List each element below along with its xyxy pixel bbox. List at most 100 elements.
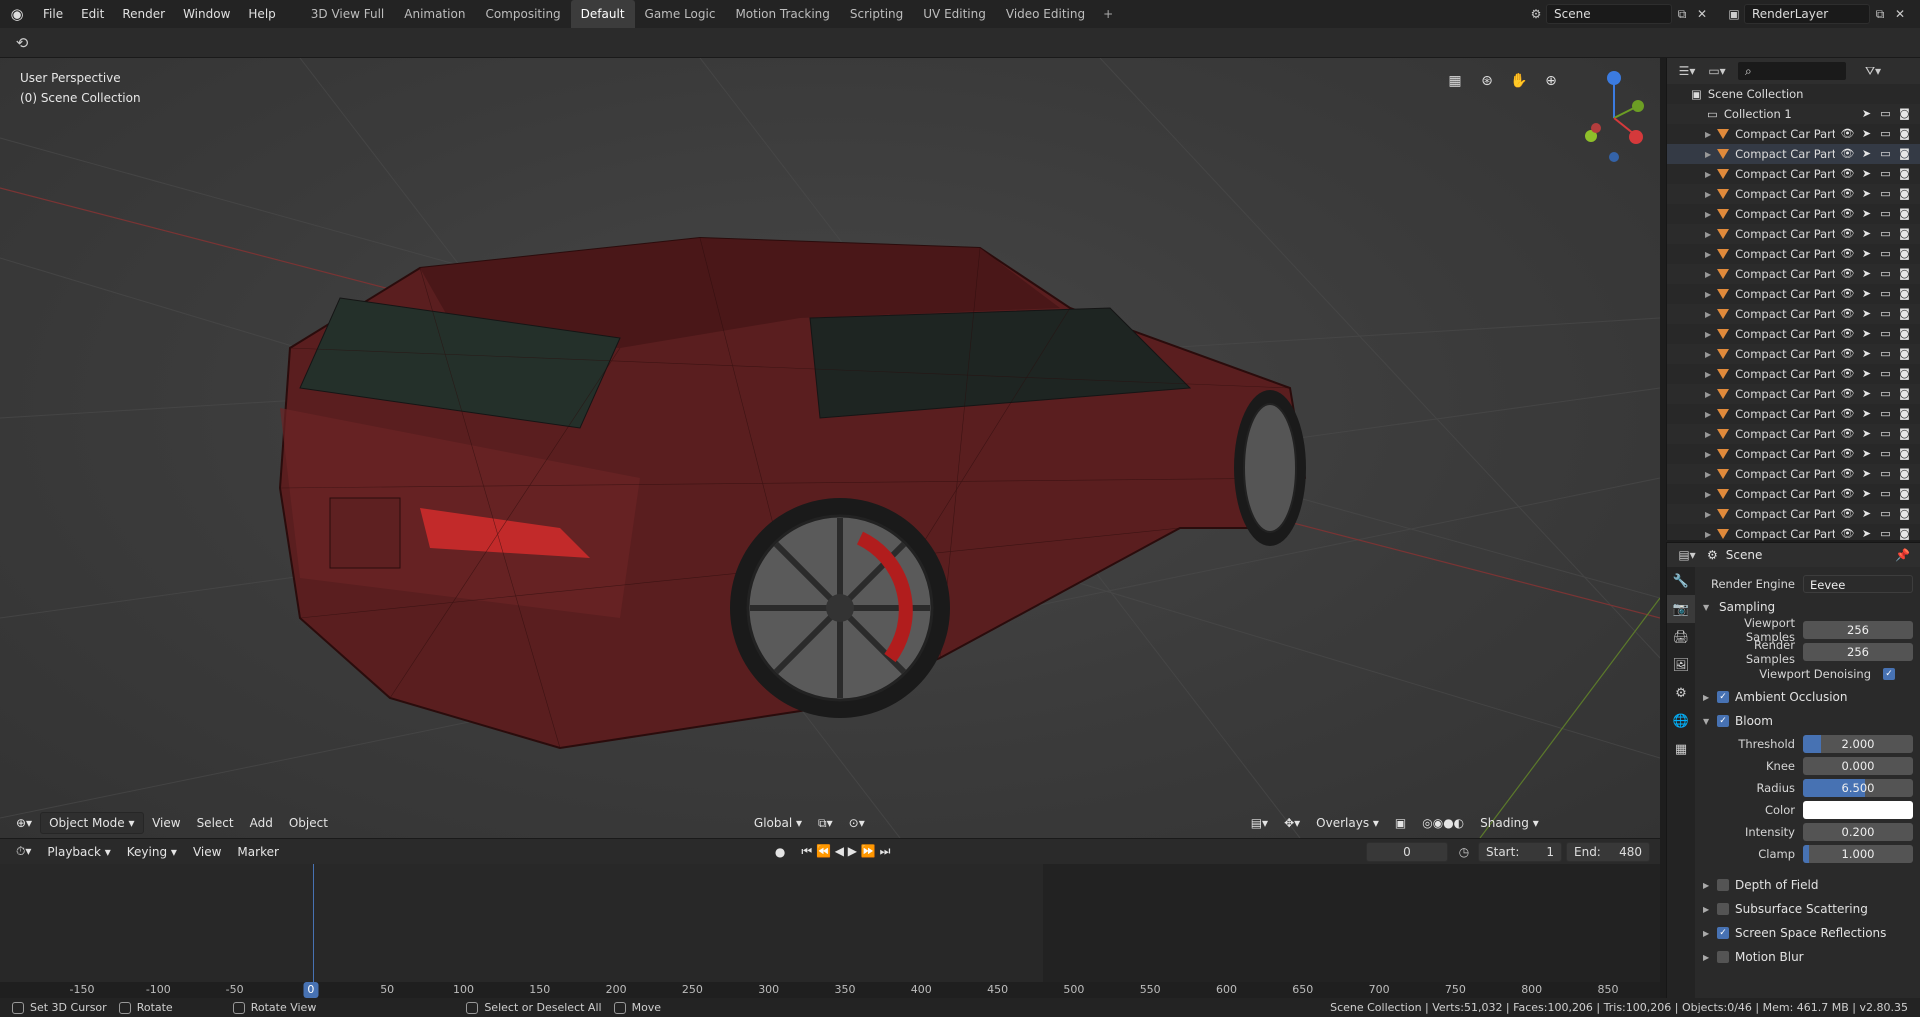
texture-tab-icon[interactable]: ▦: [1667, 735, 1695, 763]
timeline-menu-view[interactable]: View: [185, 841, 229, 863]
select-cursor-icon[interactable]: ➤: [1859, 186, 1874, 201]
viewport-monitor-icon[interactable]: ▭: [1878, 266, 1893, 281]
outliner-item-row[interactable]: ▶ Compact Car Part.0 👁 ➤ ▭ ◙: [1667, 304, 1920, 324]
render-camera-icon[interactable]: ◙: [1897, 186, 1912, 201]
render-layer-icon[interactable]: ▣: [1724, 4, 1744, 24]
tool-tab-icon[interactable]: 🔧: [1667, 567, 1695, 595]
new-scene-icon[interactable]: ⧉: [1672, 4, 1692, 24]
outliner-item-row[interactable]: ▶ Compact Car Part.0 👁 ➤ ▭ ◙: [1667, 284, 1920, 304]
outliner-item-row[interactable]: ▶ Compact Car Part.0 👁 ➤ ▭ ◙: [1667, 264, 1920, 284]
current-frame-field[interactable]: 0: [1366, 841, 1448, 862]
render-camera-icon[interactable]: ◙: [1897, 326, 1912, 341]
render-camera-icon[interactable]: ◙: [1897, 486, 1912, 501]
render-camera-icon[interactable]: ◙: [1897, 386, 1912, 401]
end-frame-field[interactable]: End: 480: [1566, 841, 1650, 862]
expand-arrow-icon[interactable]: ▶: [1705, 370, 1711, 379]
viewport-monitor-icon[interactable]: ▭: [1878, 226, 1893, 241]
eye-icon[interactable]: 👁: [1840, 286, 1855, 301]
select-cursor-icon[interactable]: ➤: [1859, 366, 1874, 381]
xray-icon[interactable]: ▣: [1387, 812, 1414, 834]
eye-icon[interactable]: 👁: [1840, 126, 1855, 141]
viewport-monitor-icon[interactable]: ▭: [1878, 166, 1893, 181]
select-cursor-icon[interactable]: ➤: [1859, 246, 1874, 261]
playhead-line[interactable]: [313, 864, 314, 982]
expand-arrow-icon[interactable]: ▶: [1705, 230, 1711, 239]
playback-controls[interactable]: ⏮ ⏪ ◀ ▶ ⏩ ⏭: [793, 841, 898, 863]
tab-motion-tracking[interactable]: Motion Tracking: [725, 0, 839, 28]
shading-modes-icon[interactable]: ◎◉●◐: [1414, 812, 1472, 834]
timeline-ruler[interactable]: -150 -100 -50 0 50 100 150 200 250 300 350 400 450 50…: [0, 982, 1660, 998]
outliner-item-row[interactable]: ▶ Compact Car Part.0 👁 ➤ ▭ ◙: [1667, 204, 1920, 224]
expand-arrow-icon[interactable]: ▶: [1705, 310, 1711, 319]
expand-arrow-icon[interactable]: ▶: [1705, 490, 1711, 499]
render-camera-icon[interactable]: ◙: [1897, 466, 1912, 481]
outliner-item-row[interactable]: ▶ Compact Car Part.0 👁 ➤ ▭ ◙: [1667, 324, 1920, 344]
select-cursor-icon[interactable]: ➤: [1859, 346, 1874, 361]
expand-arrow-icon[interactable]: ▶: [1705, 290, 1711, 299]
tab-game-logic[interactable]: Game Logic: [635, 0, 726, 28]
orientation-dropdown[interactable]: Global ▾: [746, 812, 810, 834]
ssr-checkbox[interactable]: ✓: [1717, 927, 1729, 939]
outliner-item-row[interactable]: ▶ Compact Car Part.0 👁 ➤ ▭ ◙: [1667, 404, 1920, 424]
ssr-panel[interactable]: ▶ ✓ Screen Space Reflections: [1703, 921, 1913, 945]
eye-icon[interactable]: 👁: [1840, 166, 1855, 181]
eye-icon[interactable]: 👁: [1840, 346, 1855, 361]
tab-3d-view-full[interactable]: 3D View Full: [301, 0, 395, 28]
select-cursor-icon[interactable]: ➤: [1859, 326, 1874, 341]
menu-object[interactable]: Object: [281, 812, 336, 834]
zoom-icon[interactable]: ⊕: [1538, 70, 1564, 92]
render-camera-icon[interactable]: ◙: [1897, 526, 1912, 541]
outliner-item-row[interactable]: ▶ Compact Car Part.0 👁 ➤ ▭ ◙: [1667, 484, 1920, 504]
expand-arrow-icon[interactable]: ▶: [1705, 530, 1711, 539]
select-cursor-icon[interactable]: ➤: [1859, 526, 1874, 541]
view-object-types-icon[interactable]: ▤▾: [1243, 812, 1276, 834]
outliner-item-row[interactable]: ▶ Compact Car Part.0 👁 ➤ ▭ ◙: [1667, 504, 1920, 524]
outliner-editor-icon[interactable]: ☰▾: [1677, 61, 1697, 81]
expand-arrow-icon[interactable]: ▶: [1705, 350, 1711, 359]
3d-viewport[interactable]: User Perspective (0) Scene Collection ▦ …: [0, 58, 1660, 838]
world-tab-icon[interactable]: 🌐: [1667, 707, 1695, 735]
viewport-monitor-icon[interactable]: ▭: [1878, 286, 1893, 301]
delete-layer-icon[interactable]: ✕: [1890, 4, 1910, 24]
expand-arrow-icon[interactable]: ▶: [1705, 150, 1711, 159]
viewport-monitor-icon[interactable]: ▭: [1878, 346, 1893, 361]
eye-icon[interactable]: 👁: [1840, 326, 1855, 341]
outliner-item-row[interactable]: ▶ Compact Car Part.0 👁 ➤ ▭ ◙: [1667, 524, 1920, 544]
clamp-slider[interactable]: 1.000: [1803, 845, 1913, 863]
render-camera-icon[interactable]: ◙: [1897, 506, 1912, 521]
viewport-monitor-icon[interactable]: ▭: [1878, 146, 1893, 161]
select-cursor-icon[interactable]: ➤: [1859, 206, 1874, 221]
render-layer-field[interactable]: RenderLayer: [1744, 4, 1870, 24]
menu-playback[interactable]: Playback ▾: [39, 841, 118, 863]
intensity-slider[interactable]: 0.200: [1803, 823, 1913, 841]
eye-icon[interactable]: 👁: [1840, 526, 1855, 541]
render-tab-icon[interactable]: 📷: [1667, 595, 1695, 623]
select-cursor-icon[interactable]: ➤: [1859, 266, 1874, 281]
viewport-denoising-checkbox[interactable]: ✓: [1883, 668, 1895, 680]
select-cursor-icon[interactable]: ➤: [1859, 146, 1874, 161]
tab-video-editing[interactable]: Video Editing: [996, 0, 1095, 28]
select-cursor-icon[interactable]: ➤: [1859, 426, 1874, 441]
editor-type-icon[interactable]: ⊕▾: [8, 812, 40, 834]
select-cursor-icon[interactable]: ➤: [1859, 386, 1874, 401]
outliner-item-row[interactable]: ▶ Compact Car Part.0 👁 ➤ ▭ ◙: [1667, 424, 1920, 444]
expand-arrow-icon[interactable]: ▶: [1705, 130, 1711, 139]
render-camera-icon[interactable]: ◙: [1897, 366, 1912, 381]
start-frame-field[interactable]: Start: 1: [1478, 841, 1562, 862]
expand-arrow-icon[interactable]: ▶: [1705, 210, 1711, 219]
eye-icon[interactable]: 👁: [1840, 306, 1855, 321]
eye-icon[interactable]: 👁: [1840, 426, 1855, 441]
expand-arrow-icon[interactable]: ▶: [1705, 430, 1711, 439]
viewport-monitor-icon[interactable]: ▭: [1878, 246, 1893, 261]
eye-icon[interactable]: 👁: [1840, 266, 1855, 281]
expand-arrow-icon[interactable]: ▶: [1705, 510, 1711, 519]
outliner-item-row[interactable]: ▶ Compact Car Part.0 👁 ➤ ▭ ◙: [1667, 364, 1920, 384]
viewport-monitor-icon[interactable]: ▭: [1878, 506, 1893, 521]
render-camera-icon[interactable]: ◙: [1897, 446, 1912, 461]
tab-animation[interactable]: Animation: [394, 0, 475, 28]
render-engine-dropdown[interactable]: Eevee: [1803, 575, 1913, 593]
outliner-item-row[interactable]: ▶ Compact Car Part.0 👁 ➤ ▭ ◙: [1667, 184, 1920, 204]
menu-marker[interactable]: Marker: [229, 841, 286, 863]
blender-logo-icon[interactable]: ◉: [0, 0, 34, 28]
menu-select[interactable]: Select: [189, 812, 242, 834]
